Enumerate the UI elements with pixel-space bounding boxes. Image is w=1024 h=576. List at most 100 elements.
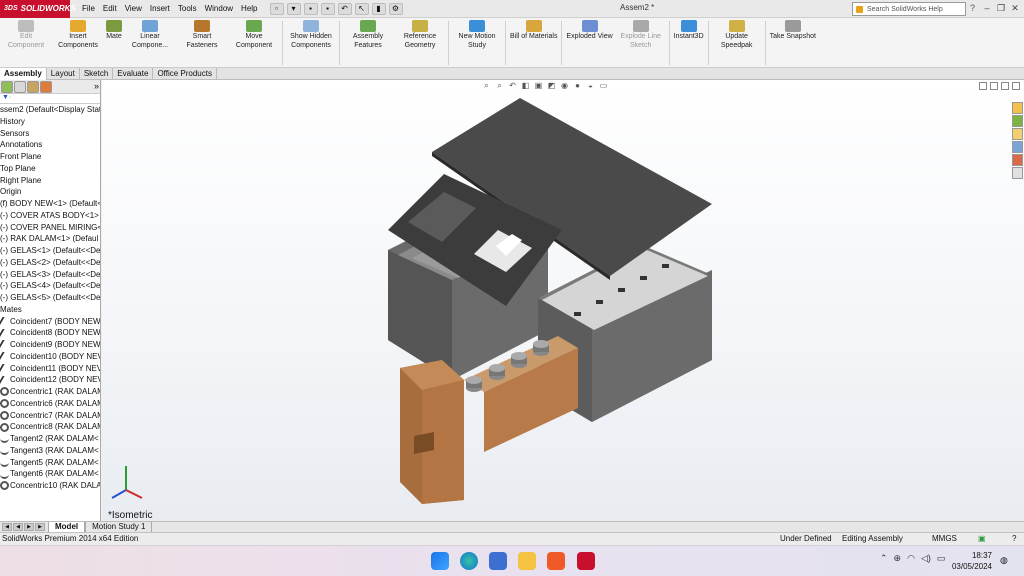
solidworks-taskbar-icon[interactable] — [577, 552, 595, 570]
exploded-view-button[interactable]: Exploded View — [564, 18, 614, 42]
new-motion-study-button[interactable]: New Motion Study — [451, 18, 503, 50]
menu-edit[interactable]: Edit — [99, 4, 121, 13]
tree-item[interactable]: Top Plane — [0, 163, 100, 175]
gelas-2-part[interactable] — [489, 364, 505, 380]
tree-item[interactable]: History — [0, 116, 100, 128]
save-icon[interactable]: ▪ — [303, 2, 318, 15]
solidworks-logo[interactable]: 3DS SOLIDWORKS — [0, 0, 76, 18]
mate-item[interactable]: Concentric8 (RAK DALAM — [0, 421, 100, 433]
first-tab-icon[interactable]: ◀ — [2, 523, 12, 531]
select-icon[interactable]: ↖ — [354, 2, 369, 15]
restore-icon[interactable]: ❐ — [996, 2, 1006, 14]
menu-view[interactable]: View — [121, 4, 146, 13]
new-document-icon[interactable]: ▫ — [269, 2, 284, 15]
menu-window[interactable]: Window — [201, 4, 237, 13]
gelas-3-part[interactable] — [511, 352, 527, 368]
store-icon[interactable] — [489, 552, 507, 570]
expand-panel-icon[interactable]: » — [94, 81, 99, 92]
help-icon[interactable]: ? — [970, 3, 975, 13]
assembly-features-button[interactable]: Assembly Features — [342, 18, 394, 50]
tab-motion-study[interactable]: Motion Study 1 — [85, 522, 153, 532]
mate-item[interactable]: Coincident11 (BODY NEV — [0, 363, 100, 375]
prev-tab-icon[interactable]: ◀ — [13, 523, 23, 531]
close-icon[interactable]: ✕ — [1010, 2, 1020, 14]
file-explorer-icon[interactable] — [518, 552, 536, 570]
menu-insert[interactable]: Insert — [146, 4, 174, 13]
chevron-up-icon[interactable]: ⌃ — [880, 553, 888, 564]
tree-item[interactable]: Right Plane — [0, 175, 100, 187]
windows-start-icon[interactable] — [431, 552, 449, 570]
show-hidden-components-button[interactable]: Show Hidden Components — [285, 18, 337, 50]
menu-help[interactable]: Help — [237, 4, 261, 13]
bill-of-materials-button[interactable]: Bill of Materials — [508, 18, 559, 42]
mate-item[interactable]: Coincident9 (BODY NEW — [0, 339, 100, 351]
move-component-button[interactable]: Move Component — [228, 18, 280, 50]
print-icon[interactable]: ▪ — [320, 2, 335, 15]
explode-line-sketch-button[interactable]: Explode Line Sketch — [615, 18, 667, 50]
tab-sketch[interactable]: Sketch — [80, 68, 114, 80]
tree-item[interactable]: (-) COVER PANEL MIRING<1 — [0, 222, 100, 234]
status-units[interactable]: MMGS — [932, 533, 957, 545]
update-speedpak-button[interactable]: Update Speedpak — [711, 18, 763, 50]
brave-browser-icon[interactable] — [547, 552, 565, 570]
last-tab-icon[interactable]: ▶ — [35, 523, 45, 531]
open-folder-icon[interactable]: ▾ — [286, 2, 301, 15]
linear-compone-button[interactable]: Linear Compone... — [124, 18, 176, 50]
tab-model[interactable]: Model — [48, 522, 86, 532]
graphics-area[interactable]: ⌕ ⌕ ↶ ◧ ▣ ◩ ◉ ● ◒ ▭ *Isometric — [102, 80, 1024, 521]
mate-item[interactable]: Coincident8 (BODY NEW — [0, 327, 100, 339]
tree-item[interactable]: (-) GELAS<3> (Default<<De — [0, 269, 100, 281]
tree-root[interactable]: ssem2 (Default<Display State — [0, 104, 100, 116]
display-manager-tab-icon[interactable] — [40, 81, 52, 93]
mate-item[interactable]: Tangent6 (RAK DALAM< — [0, 468, 100, 480]
tree-item[interactable]: Origin — [0, 186, 100, 198]
tree-item[interactable]: (-) GELAS<4> (Default<<De — [0, 280, 100, 292]
take-snapshot-button[interactable]: Take Snapshot — [768, 18, 818, 42]
feature-tree-tab-icon[interactable] — [1, 81, 13, 93]
mate-item[interactable]: Coincident12 (BODY NEV — [0, 374, 100, 386]
mate-item[interactable]: Concentric7 (RAK DALAM — [0, 410, 100, 422]
mate-item[interactable]: Concentric10 (RAK DALAM — [0, 480, 100, 492]
edit-component-button[interactable]: Edit Component — [0, 18, 52, 50]
options-icon[interactable]: ⚙ — [388, 2, 403, 15]
units-menu-icon[interactable]: ? — [1012, 533, 1016, 545]
tree-item[interactable]: Mates — [0, 304, 100, 316]
mate-button[interactable]: Mate — [104, 18, 124, 42]
mate-item[interactable]: Coincident7 (BODY NEW — [0, 316, 100, 328]
mate-item[interactable]: Coincident10 (BODY NEV — [0, 351, 100, 363]
volume-icon[interactable]: ◁) — [921, 553, 931, 564]
tab-office-products[interactable]: Office Products — [153, 68, 217, 80]
instant3d-button[interactable]: Instant3D — [672, 18, 706, 42]
next-tab-icon[interactable]: ▶ — [24, 523, 34, 531]
battery-icon[interactable]: ▭ — [937, 553, 946, 564]
mate-item[interactable]: Tangent2 (RAK DALAM< — [0, 433, 100, 445]
edge-browser-icon[interactable] — [460, 552, 478, 570]
mate-item[interactable]: Concentric1 (RAK DALAM — [0, 386, 100, 398]
tree-item[interactable]: (-) GELAS<1> (Default<<De — [0, 245, 100, 257]
undo-icon[interactable]: ↶ — [337, 2, 352, 15]
smart-fasteners-button[interactable]: Smart Fasteners — [176, 18, 228, 50]
minimize-icon[interactable]: – — [982, 2, 992, 14]
tab-assembly[interactable]: Assembly — [0, 68, 47, 80]
gelas-4-part[interactable] — [533, 340, 549, 356]
mate-item[interactable]: Tangent5 (RAK DALAM< — [0, 457, 100, 469]
tree-item[interactable]: (f) BODY NEW<1> (Default< — [0, 198, 100, 210]
menu-file[interactable]: File — [78, 4, 99, 13]
mate-item[interactable]: Concentric6 (RAK DALAM — [0, 398, 100, 410]
configuration-tab-icon[interactable] — [27, 81, 39, 93]
clock[interactable]: 18:37 03/05/2024 — [950, 550, 992, 572]
filter-icon[interactable]: ▼· — [0, 94, 100, 104]
rebuild-status-icon[interactable]: ▣ — [978, 533, 986, 545]
tree-item[interactable]: Annotations — [0, 139, 100, 151]
gelas-1-part[interactable] — [466, 376, 482, 392]
wifi-icon[interactable]: ◠ — [907, 553, 915, 564]
mate-item[interactable]: Tangent3 (RAK DALAM< — [0, 445, 100, 457]
tree-item[interactable]: Sensors — [0, 128, 100, 140]
rebuild-icon[interactable]: ▮ — [371, 2, 386, 15]
assembly-model[interactable] — [102, 80, 1024, 521]
language-icon[interactable]: ⊕ — [894, 553, 902, 564]
tree-item[interactable]: Front Plane — [0, 151, 100, 163]
tab-evaluate[interactable]: Evaluate — [113, 68, 154, 80]
menu-tools[interactable]: Tools — [174, 4, 201, 13]
property-manager-tab-icon[interactable] — [14, 81, 26, 93]
